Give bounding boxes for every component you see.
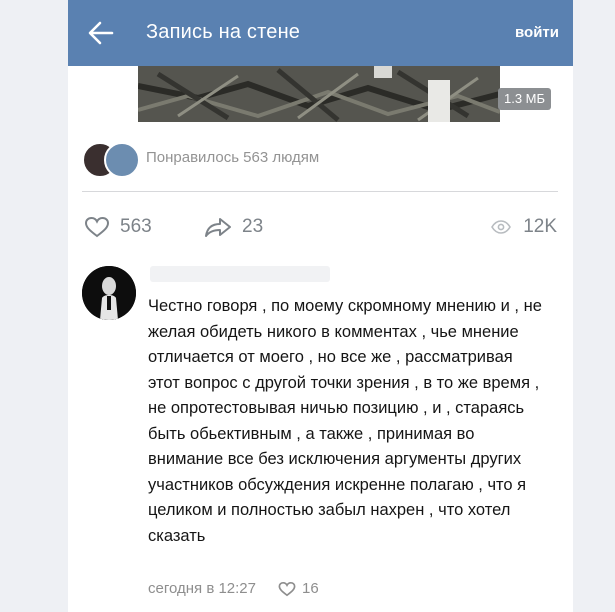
like-button[interactable]: 563 [84, 216, 152, 238]
top-bar: Запись на стене войти [68, 0, 573, 66]
views-counter: 12K [491, 216, 557, 238]
comment-avatar[interactable] [82, 266, 136, 320]
page-title: Запись на стене [146, 21, 301, 43]
comment-like-button[interactable]: 16 [278, 580, 319, 597]
comment-author-name[interactable] [150, 266, 330, 282]
comment-time: сегодня в 12:27 [148, 580, 256, 597]
post-actions: 563 23 12K [68, 210, 573, 244]
post-image-picture [138, 66, 500, 122]
back-arrow-icon[interactable] [88, 21, 114, 45]
post-image[interactable] [138, 66, 500, 122]
comment-text: Честно говоря , по моему скромному мнени… [148, 297, 542, 545]
liker-avatar [104, 142, 140, 178]
share-button[interactable]: 23 [204, 216, 263, 238]
file-size-badge: 1.3 МБ [498, 88, 552, 110]
view-count: 12K [523, 216, 557, 237]
share-icon [205, 218, 231, 237]
comment-avatar-picture [82, 266, 136, 320]
eye-icon [491, 220, 512, 234]
share-count: 23 [242, 216, 264, 237]
divider [82, 191, 558, 192]
comment-meta: сегодня в 12:27 16 [148, 580, 319, 597]
heart-icon [84, 216, 110, 238]
like-count: 563 [120, 216, 152, 237]
comment-like-count: 16 [302, 580, 319, 597]
phone-screen: Запись на стене войти 1.3 МБ Понравилось… [68, 0, 573, 612]
login-button[interactable]: войти [515, 24, 559, 41]
heart-icon [278, 581, 296, 596]
liked-by-text[interactable]: Понравилось 563 людям [146, 149, 319, 166]
